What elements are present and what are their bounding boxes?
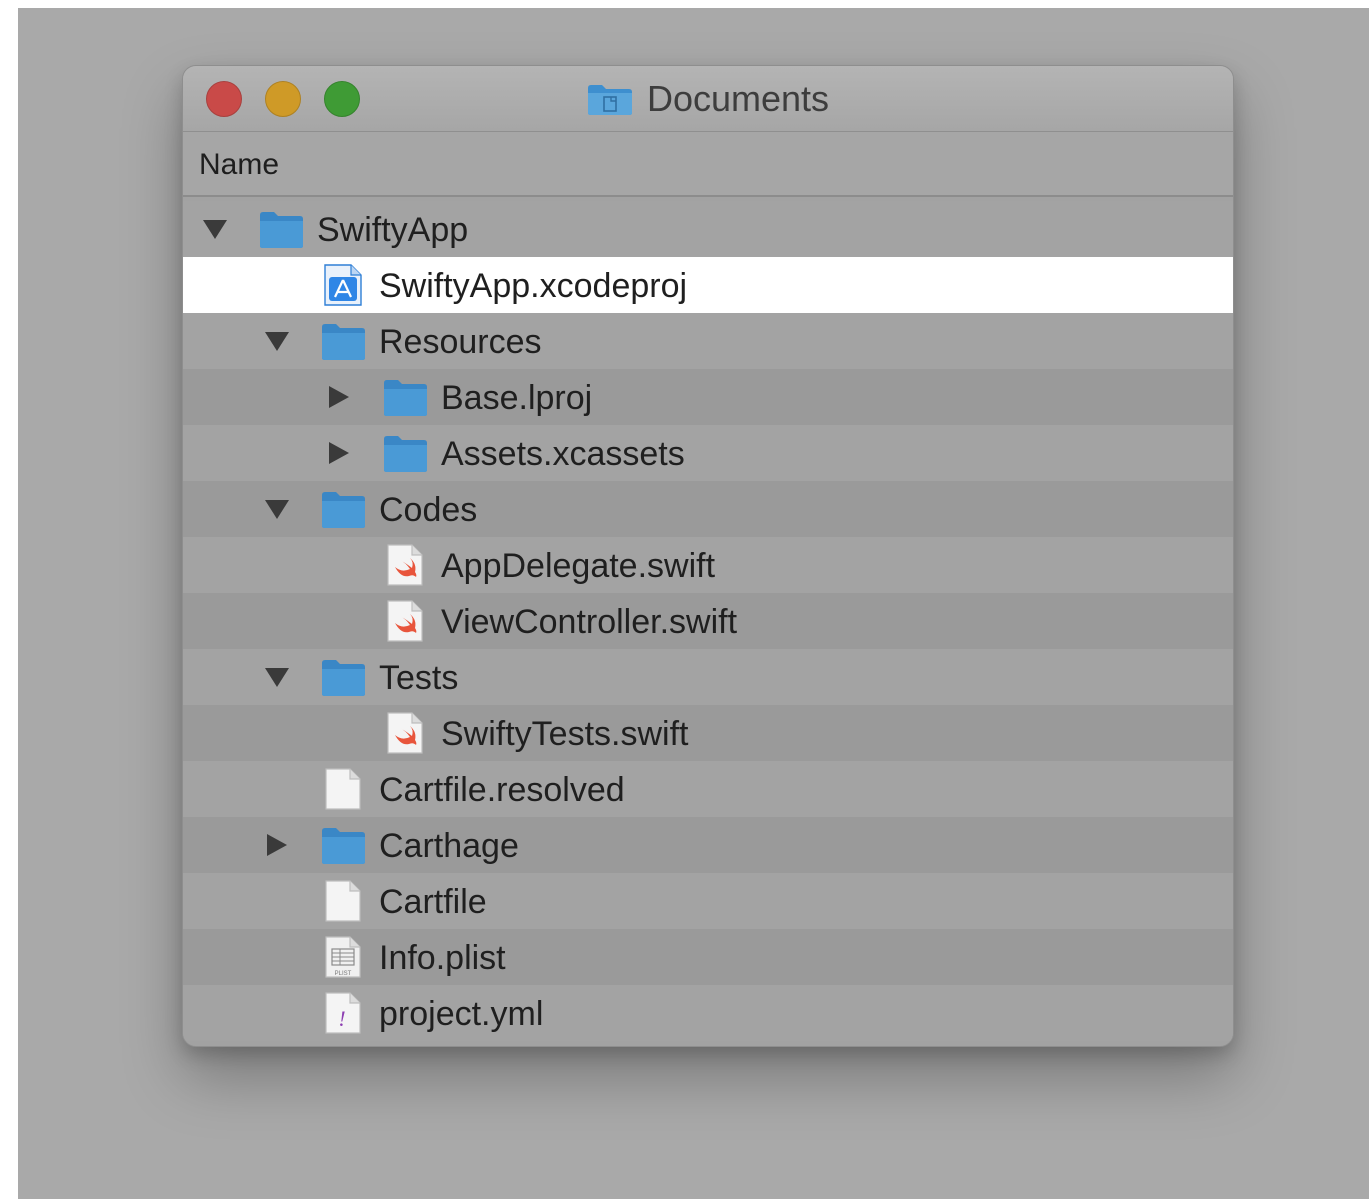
- window-title: Documents: [646, 77, 830, 119]
- file-name-label: SwiftyApp: [317, 211, 469, 249]
- finder-window: Documents Name SwiftyApp SwiftyApp.xcodep…: [182, 65, 1234, 1047]
- file-name-label: project.yml: [379, 995, 544, 1033]
- file-name-label: Cartfile: [379, 883, 487, 921]
- file-name-label: Assets.xcassets: [441, 435, 685, 473]
- file-name-label: Info.plist: [379, 939, 506, 977]
- folder-icon: [260, 212, 303, 248]
- file-row-swiftytests-swift[interactable]: SwiftyTests.swift: [183, 705, 1233, 761]
- blank-file-icon: [325, 880, 361, 922]
- file-row-appdelegate-swift[interactable]: AppDelegate.swift: [183, 537, 1233, 593]
- disclosure-collapsed-icon[interactable]: [264, 833, 290, 857]
- folder-icon: [322, 324, 365, 360]
- file-row-carthage[interactable]: Carthage: [183, 817, 1233, 873]
- file-row-base-lproj[interactable]: Base.lproj: [183, 369, 1233, 425]
- file-name-label: ViewController.swift: [441, 603, 738, 641]
- disclosure-expanded-icon[interactable]: [264, 497, 290, 521]
- file-name-label: Base.lproj: [441, 379, 593, 417]
- file-row-project-yml[interactable]: ! project.yml: [183, 985, 1233, 1041]
- column-header[interactable]: Name: [183, 132, 1233, 197]
- folder-icon: [384, 436, 427, 472]
- file-row-viewcontroller-swift[interactable]: ViewController.swift: [183, 593, 1233, 649]
- disclosure-collapsed-icon[interactable]: [326, 385, 352, 409]
- file-name-label: AppDelegate.swift: [441, 547, 716, 585]
- folder-icon: [322, 492, 365, 528]
- swift-file-icon: [387, 544, 423, 586]
- file-name-label: Cartfile.resolved: [379, 771, 625, 809]
- disclosure-collapsed-icon[interactable]: [326, 441, 352, 465]
- file-name-label: Carthage: [379, 827, 519, 865]
- file-list: SwiftyApp SwiftyApp.xcodeproj Resources Bas…: [183, 201, 1233, 1041]
- file-row-assets-xcassets[interactable]: Assets.xcassets: [183, 425, 1233, 481]
- xcodeproj-icon: [324, 264, 362, 306]
- swift-file-icon: [387, 600, 423, 642]
- disclosure-expanded-icon[interactable]: [264, 665, 290, 689]
- disclosure-expanded-icon[interactable]: [202, 217, 228, 241]
- disclosure-expanded-icon[interactable]: [264, 329, 290, 353]
- folder-icon: [322, 828, 365, 864]
- folder-icon: [384, 380, 427, 416]
- swift-file-icon: [387, 712, 423, 754]
- file-row-tests[interactable]: Tests: [183, 649, 1233, 705]
- window-title-group: Documents: [183, 66, 1233, 131]
- blank-file-icon: [325, 768, 361, 810]
- title-bar[interactable]: Documents: [183, 66, 1233, 132]
- file-name-label: Tests: [379, 659, 459, 697]
- file-name-label: Resources: [379, 323, 542, 361]
- plist-file-icon: PLIST: [325, 936, 361, 978]
- yaml-file-icon: !: [325, 992, 361, 1034]
- svg-text:PLIST: PLIST: [335, 971, 352, 977]
- file-name-label: Codes: [379, 491, 478, 529]
- file-row-codes[interactable]: Codes: [183, 481, 1233, 537]
- file-row-swiftyapp-xcodeproj[interactable]: SwiftyApp.xcodeproj: [183, 257, 1233, 313]
- file-name-label: SwiftyTests.swift: [441, 715, 689, 753]
- folder-icon: [587, 84, 632, 115]
- folder-icon: [322, 660, 365, 696]
- file-row-cartfile-resolved[interactable]: Cartfile.resolved: [183, 761, 1233, 817]
- svg-text:!: !: [338, 1006, 345, 1031]
- file-row-cartfile[interactable]: Cartfile: [183, 873, 1233, 929]
- file-row-swiftyapp[interactable]: SwiftyApp: [183, 201, 1233, 257]
- name-column-header[interactable]: Name: [199, 148, 279, 182]
- file-row-resources[interactable]: Resources: [183, 313, 1233, 369]
- file-name-label: SwiftyApp.xcodeproj: [379, 267, 688, 305]
- file-row-info-plist[interactable]: PLIST Info.plist: [183, 929, 1233, 985]
